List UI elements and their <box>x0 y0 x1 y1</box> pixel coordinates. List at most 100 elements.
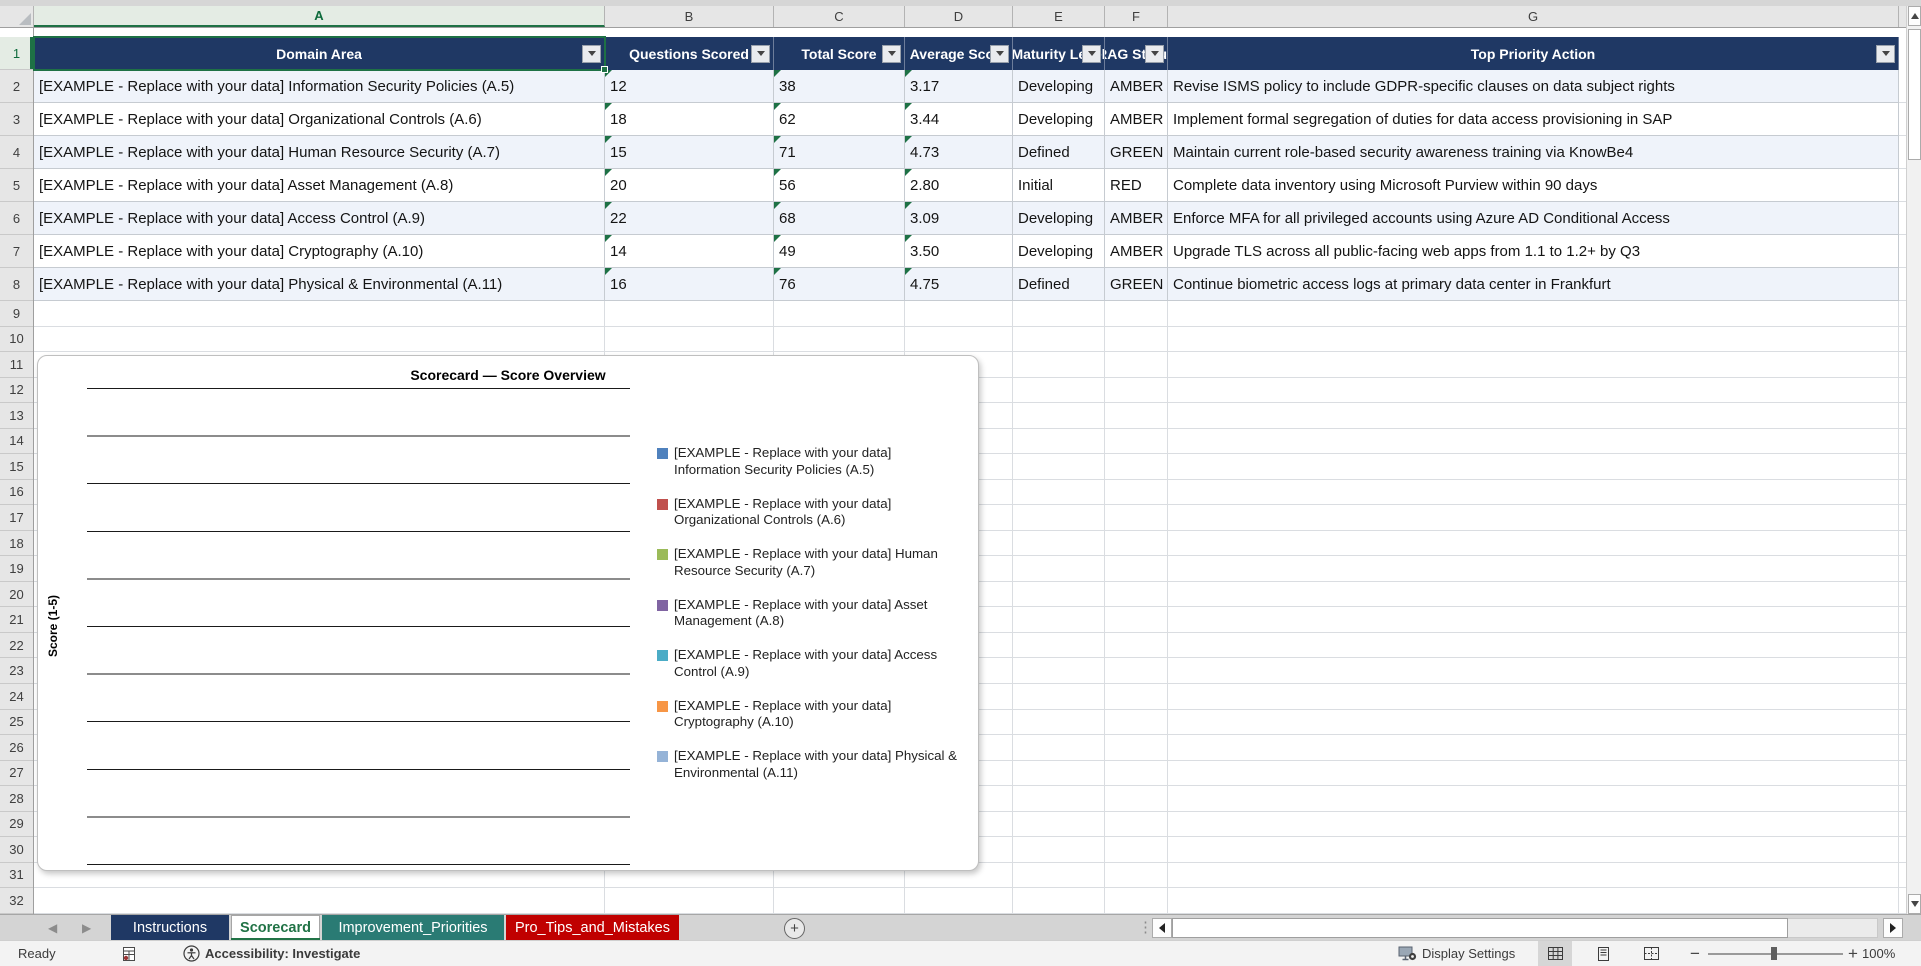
cell[interactable]: Revise ISMS policy to include GDPR-speci… <box>1168 70 1899 103</box>
row-header-17[interactable]: 17 <box>0 505 33 531</box>
empty-cell[interactable] <box>1105 352 1168 378</box>
row-header-29[interactable]: 29 <box>0 811 33 838</box>
empty-cell[interactable] <box>1105 837 1168 863</box>
empty-cell[interactable] <box>1013 403 1105 429</box>
empty-cell[interactable] <box>1168 837 1899 863</box>
empty-cell[interactable] <box>1168 862 1899 889</box>
legend-item[interactable]: [EXAMPLE - Replace with your data] Organ… <box>657 496 959 529</box>
horizontal-scrollbar-thumb[interactable] <box>1172 918 1788 938</box>
zoom-slider-thumb[interactable] <box>1771 947 1777 960</box>
new-sheet-button[interactable]: + <box>784 918 805 939</box>
empty-cell[interactable] <box>1013 581 1105 608</box>
empty-cell[interactable] <box>1168 505 1899 531</box>
row-header-20[interactable]: 20 <box>0 581 33 608</box>
empty-cell[interactable] <box>1013 811 1105 838</box>
scroll-down-button[interactable] <box>1908 894 1921 914</box>
empty-cell[interactable] <box>1168 326 1899 353</box>
cell[interactable]: AMBER <box>1105 70 1168 103</box>
empty-cell[interactable] <box>1105 683 1168 710</box>
empty-cell[interactable] <box>905 326 1013 353</box>
tab-nav-left-icon[interactable]: ◀ <box>48 921 57 935</box>
row-header-6[interactable]: 6 <box>0 202 33 235</box>
row-header-16[interactable]: 16 <box>0 479 33 506</box>
header-cell-col4[interactable]: Maturity Level <box>1013 37 1105 70</box>
empty-cell[interactable] <box>1013 786 1105 812</box>
row-header-3[interactable]: 3 <box>0 103 33 136</box>
filter-button[interactable] <box>1145 44 1164 63</box>
legend-item[interactable]: [EXAMPLE - Replace with your data] Physi… <box>657 748 959 781</box>
cell[interactable]: [EXAMPLE - Replace with your data] Asset… <box>34 169 605 202</box>
cell[interactable]: 4.75 <box>905 268 1013 301</box>
empty-cell[interactable] <box>1013 760 1105 787</box>
scroll-right-button[interactable] <box>1883 918 1903 938</box>
cell[interactable]: 20 <box>605 169 774 202</box>
empty-cell[interactable] <box>1105 581 1168 608</box>
row-header-8[interactable]: 8 <box>0 268 33 301</box>
cell[interactable]: Continue biometric access logs at primar… <box>1168 268 1899 301</box>
scroll-left-button[interactable] <box>1152 918 1172 938</box>
row-header-31[interactable]: 31 <box>0 862 33 889</box>
empty-cell[interactable] <box>1013 709 1105 736</box>
sheet-tab-instructions[interactable]: Instructions <box>111 915 229 941</box>
row-header-11[interactable]: 11 <box>0 352 33 378</box>
legend-item[interactable]: [EXAMPLE - Replace with your data] Human… <box>657 546 959 579</box>
sheet-tab-improvement_priorities[interactable]: Improvement_Priorities <box>322 915 504 941</box>
cell[interactable]: 62 <box>774 103 905 136</box>
cell[interactable]: Defined <box>1013 136 1105 169</box>
empty-cell[interactable] <box>1105 735 1168 761</box>
row-header-24[interactable]: 24 <box>0 683 33 710</box>
empty-cell[interactable] <box>1105 632 1168 659</box>
zoom-level[interactable]: 100% <box>1862 941 1895 966</box>
row-header-32[interactable]: 32 <box>0 888 33 914</box>
cell[interactable]: 38 <box>774 70 905 103</box>
empty-cell[interactable] <box>1105 403 1168 429</box>
empty-cell[interactable] <box>774 888 905 914</box>
cell[interactable]: [EXAMPLE - Replace with your data] Organ… <box>34 103 605 136</box>
empty-cell[interactable] <box>1013 454 1105 480</box>
cell[interactable]: AMBER <box>1105 202 1168 235</box>
cell[interactable]: Initial <box>1013 169 1105 202</box>
cell[interactable]: Developing <box>1013 202 1105 235</box>
empty-cell[interactable] <box>1168 632 1899 659</box>
empty-cell[interactable] <box>605 888 774 914</box>
row-header-9[interactable]: 9 <box>0 301 33 327</box>
empty-cell[interactable] <box>1168 301 1899 327</box>
row-header-10[interactable]: 10 <box>0 326 33 353</box>
zoom-in-button[interactable]: + <box>1848 941 1858 966</box>
cell[interactable]: 76 <box>774 268 905 301</box>
chart-legend[interactable]: [EXAMPLE - Replace with your data] Infor… <box>657 445 959 799</box>
legend-item[interactable]: [EXAMPLE - Replace with your data] Infor… <box>657 445 959 478</box>
macro-record-button[interactable] <box>122 941 137 966</box>
row-header-27[interactable]: 27 <box>0 760 33 787</box>
row-header-18[interactable]: 18 <box>0 530 33 557</box>
empty-cell[interactable] <box>1013 505 1105 531</box>
row-header-19[interactable]: 19 <box>0 556 33 582</box>
empty-cell[interactable] <box>34 888 605 914</box>
empty-cell[interactable] <box>1013 888 1105 914</box>
empty-cell[interactable] <box>1168 709 1899 736</box>
empty-cell[interactable] <box>1013 479 1105 506</box>
legend-item[interactable]: [EXAMPLE - Replace with your data] Asset… <box>657 597 959 630</box>
empty-cell[interactable] <box>1168 479 1899 506</box>
empty-cell[interactable] <box>1168 581 1899 608</box>
empty-cell[interactable] <box>1105 786 1168 812</box>
cell[interactable]: 3.50 <box>905 235 1013 268</box>
empty-cell[interactable] <box>1013 428 1105 455</box>
row-header-30[interactable]: 30 <box>0 837 33 863</box>
cell[interactable]: [EXAMPLE - Replace with your data] Infor… <box>34 70 605 103</box>
row-header-12[interactable]: 12 <box>0 377 33 404</box>
cell[interactable]: GREEN <box>1105 268 1168 301</box>
row-header-25[interactable]: 25 <box>0 709 33 736</box>
row-header-15[interactable]: 15 <box>0 454 33 480</box>
filter-button[interactable] <box>990 44 1009 63</box>
filter-button[interactable] <box>882 44 901 63</box>
column-header-A[interactable]: A <box>34 6 605 27</box>
cell[interactable]: 68 <box>774 202 905 235</box>
filter-button[interactable] <box>582 44 601 63</box>
chart-plot-area[interactable] <box>87 388 630 865</box>
empty-cell[interactable] <box>1105 556 1168 582</box>
cell[interactable]: 2.80 <box>905 169 1013 202</box>
header-cell-col6[interactable]: Top Priority Action <box>1168 37 1899 70</box>
empty-cell[interactable] <box>1105 505 1168 531</box>
cell[interactable]: [EXAMPLE - Replace with your data] Human… <box>34 136 605 169</box>
